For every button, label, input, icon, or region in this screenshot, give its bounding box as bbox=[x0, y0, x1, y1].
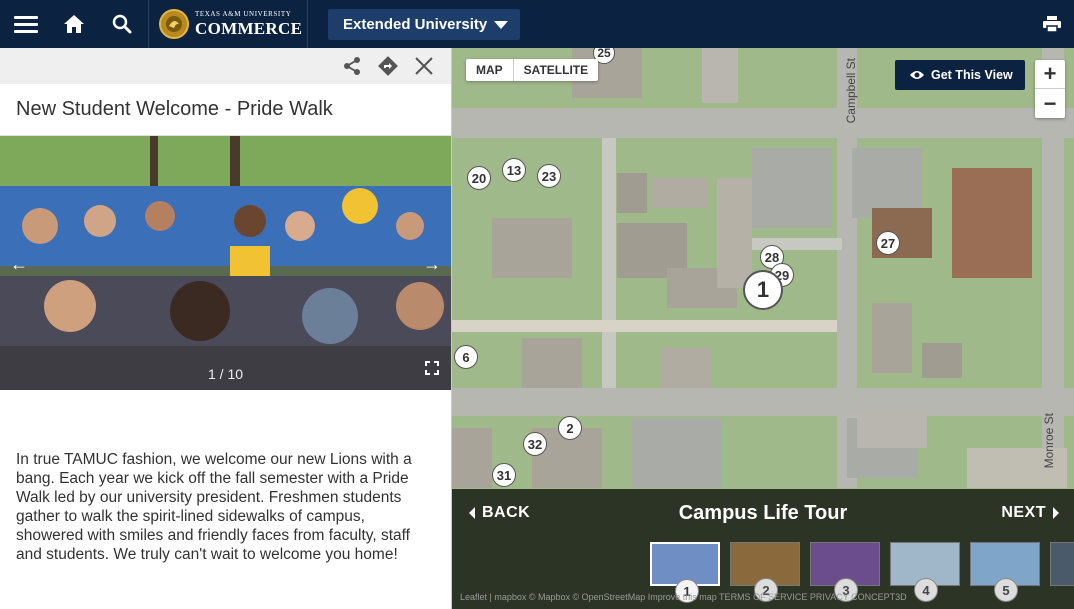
tour-thumbnail[interactable]: 2 bbox=[730, 542, 800, 602]
tour-navigation-bar: BACK Campus Life Tour NEXT 1 2 3 4 5 Lea… bbox=[452, 489, 1074, 609]
caret-down-icon bbox=[494, 21, 508, 29]
map-marker[interactable]: 32 bbox=[523, 432, 547, 456]
tour-thumbnail[interactable]: 3 bbox=[810, 542, 880, 602]
tour-next-button[interactable]: NEXT bbox=[1001, 504, 1060, 522]
map-attribution: Leaflet | mapbox © Mapbox © OpenStreetMa… bbox=[460, 592, 907, 602]
location-title: New Student Welcome - Pride Walk bbox=[0, 84, 451, 136]
location-description: In true TAMUC fashion, we welcome our ne… bbox=[16, 451, 412, 563]
chevron-right-icon bbox=[1053, 507, 1059, 519]
get-this-view-label: Get This View bbox=[931, 68, 1013, 82]
tour-thumbnails: 1 2 3 4 5 bbox=[650, 542, 1074, 603]
map-marker[interactable]: 13 bbox=[502, 158, 526, 182]
location-photo[interactable]: ← → 1 / 10 bbox=[0, 136, 451, 390]
location-detail-panel: New Student Welcome - Pride Walk ← → 1 / bbox=[0, 48, 452, 609]
campus-map[interactable]: Campbell St Monroe St 25 20 13 23 28 29 … bbox=[452, 48, 1074, 609]
home-icon[interactable] bbox=[50, 0, 98, 48]
photo-next-icon[interactable]: → bbox=[423, 254, 441, 275]
monroe-st-label: Monroe St bbox=[1042, 413, 1056, 469]
search-icon[interactable] bbox=[98, 0, 146, 48]
map-marker[interactable]: 2 bbox=[558, 416, 582, 440]
map-marker-active[interactable]: 1 bbox=[743, 270, 783, 310]
tour-thumbnail[interactable] bbox=[1050, 542, 1074, 586]
tour-thumbnail[interactable]: 4 bbox=[890, 542, 960, 602]
panel-toolbar bbox=[0, 48, 451, 84]
zoom-in-button[interactable]: + bbox=[1035, 60, 1065, 89]
logo-main-text: COMMERCE bbox=[195, 19, 303, 38]
campus-dropdown[interactable]: Extended University bbox=[328, 9, 520, 40]
thumbnail-number: 5 bbox=[994, 578, 1018, 602]
dropdown-label: Extended University bbox=[343, 16, 488, 33]
fullscreen-icon[interactable] bbox=[425, 361, 439, 380]
map-marker[interactable]: 6 bbox=[454, 345, 478, 369]
zoom-control: + − bbox=[1035, 60, 1065, 118]
satellite-view-button[interactable]: SATELLITE bbox=[514, 59, 598, 81]
map-marker[interactable]: 27 bbox=[876, 231, 900, 255]
share-icon[interactable] bbox=[341, 55, 363, 77]
top-navigation-bar: TEXAS A&M UNIVERSITY COMMERCE Extended U… bbox=[0, 0, 1074, 48]
close-icon[interactable] bbox=[413, 55, 435, 77]
tour-title: Campus Life Tour bbox=[678, 502, 848, 524]
menu-icon[interactable] bbox=[2, 0, 50, 48]
logo-top-text: TEXAS A&M UNIVERSITY bbox=[195, 10, 292, 18]
map-marker[interactable]: 31 bbox=[492, 463, 516, 487]
print-icon[interactable] bbox=[1028, 0, 1074, 48]
directions-icon[interactable] bbox=[377, 55, 399, 77]
photo-prev-icon[interactable]: ← bbox=[10, 254, 28, 275]
lion-emblem-icon bbox=[159, 9, 189, 39]
map-view-button[interactable]: MAP bbox=[466, 59, 514, 81]
zoom-out-button[interactable]: − bbox=[1035, 89, 1065, 118]
crowd-photo bbox=[0, 136, 451, 390]
get-this-view-button[interactable]: Get This View bbox=[895, 60, 1025, 90]
eye-icon bbox=[910, 71, 924, 79]
tour-thumbnail[interactable]: 1 bbox=[650, 542, 720, 603]
thumbnail-number: 4 bbox=[914, 578, 938, 602]
campbell-st-label: Campbell St bbox=[844, 58, 858, 124]
map-marker[interactable]: 23 bbox=[537, 164, 561, 188]
map-type-toggle: MAP SATELLITE bbox=[466, 59, 599, 81]
map-marker[interactable]: 20 bbox=[467, 166, 491, 190]
tour-thumbnail[interactable]: 5 bbox=[970, 542, 1040, 602]
photo-counter: 1 / 10 bbox=[207, 366, 244, 382]
tour-next-label: NEXT bbox=[1001, 504, 1046, 521]
university-logo[interactable]: TEXAS A&M UNIVERSITY COMMERCE bbox=[148, 0, 308, 48]
